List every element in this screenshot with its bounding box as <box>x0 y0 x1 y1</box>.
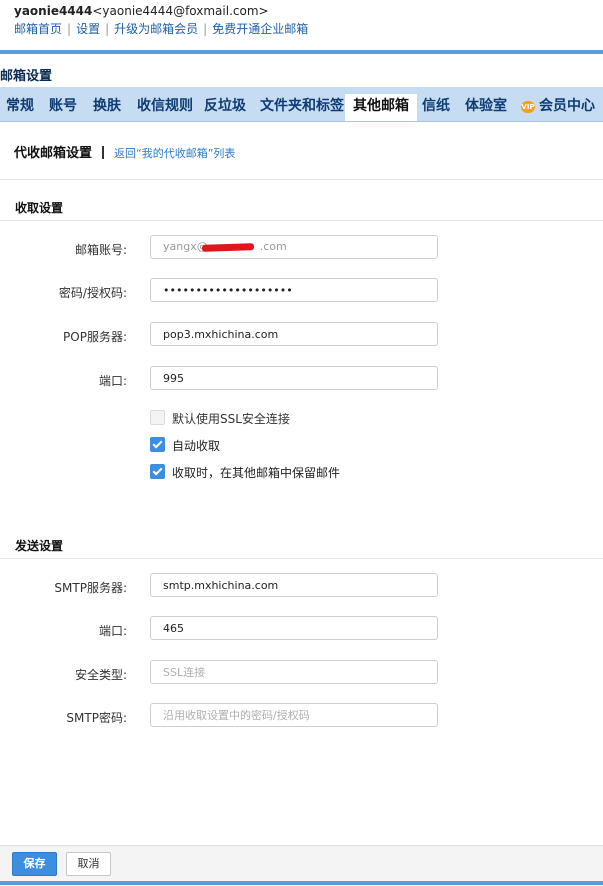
user-email: <yaonie4444@foxmail.com> <box>92 4 269 18</box>
smtp-password-field[interactable] <box>150 703 438 727</box>
send-port-field[interactable] <box>150 616 438 640</box>
link-upgrade-vip[interactable]: 升级为邮箱会员 <box>114 22 198 36</box>
top-links: 邮箱首页 | 设置 | 升级为邮箱会员 | 免费开通企业邮箱 <box>14 20 308 37</box>
security-type-field[interactable] <box>150 660 438 684</box>
tab-antispam[interactable]: 反垃圾 <box>204 94 246 118</box>
cancel-button[interactable]: 取消 <box>66 852 111 876</box>
auto-receive-checkbox-row[interactable]: 自动收取 <box>150 437 220 454</box>
tab-member-center[interactable]: VIP 会员中心 <box>521 94 595 118</box>
tab-stationery[interactable]: 信纸 <box>422 94 450 118</box>
tab-account[interactable]: 账号 <box>49 94 77 118</box>
user-identity: yaonie4444<yaonie4444@foxmail.com> <box>14 4 269 18</box>
keep-mail-checkbox-row[interactable]: 收取时，在其他邮箱中保留邮件 <box>150 464 340 481</box>
divider <box>0 179 603 180</box>
send-section-title: 发送设置 <box>15 539 64 553</box>
link-separator: | <box>67 22 72 36</box>
pop-server-field[interactable] <box>150 322 438 346</box>
settings-tab-bar: 常规 账号 换肤 收信规则 反垃圾 文件夹和标签 其他邮箱 信纸 体验室 VIP… <box>0 87 603 122</box>
top-header: yaonie4444<yaonie4444@foxmail.com> 邮箱首页 |… <box>0 0 603 50</box>
tab-general[interactable]: 常规 <box>6 94 34 118</box>
tab-other-mailbox[interactable]: 其他邮箱 <box>345 94 417 121</box>
tab-lab[interactable]: 体验室 <box>465 94 507 118</box>
account-label: 邮箱账号: <box>74 243 127 257</box>
ssl-checkbox-label: 默认使用SSL安全连接 <box>172 412 290 426</box>
ssl-checkbox-row[interactable]: 默认使用SSL安全连接 <box>150 410 290 427</box>
ssl-checkbox[interactable] <box>150 410 165 425</box>
link-separator: | <box>105 22 110 36</box>
header-rule <box>0 50 603 54</box>
receive-port-field[interactable] <box>150 366 438 390</box>
tab-skin[interactable]: 换肤 <box>93 94 121 118</box>
divider <box>0 558 603 559</box>
save-button[interactable]: 保存 <box>12 852 57 876</box>
link-separator: | <box>203 22 208 36</box>
divider <box>0 220 603 221</box>
page-title: 邮箱设置 <box>0 69 53 84</box>
back-to-list-link[interactable]: 返回“我的代收邮箱”列表 <box>114 147 235 160</box>
link-settings[interactable]: 设置 <box>76 22 100 36</box>
account-field[interactable]: yangx@ .com <box>150 235 438 259</box>
auto-receive-checkbox[interactable] <box>150 437 165 452</box>
username: yaonie4444 <box>14 4 93 18</box>
tab-mail-rules[interactable]: 收信规则 <box>137 94 193 118</box>
auto-receive-label: 自动收取 <box>172 439 221 453</box>
smtp-server-label: SMTP服务器: <box>54 581 127 595</box>
receive-section-title: 收取设置 <box>15 201 64 215</box>
pop-server-label: POP服务器: <box>63 330 127 344</box>
link-enterprise-mail[interactable]: 免费开通企业邮箱 <box>212 22 308 36</box>
password-field[interactable] <box>150 278 438 302</box>
password-label: 密码/授权码: <box>58 286 127 300</box>
account-value-suffix: .com <box>259 240 287 253</box>
smtp-server-field[interactable] <box>150 573 438 597</box>
sub-header: 代收邮箱设置 返回“我的代收邮箱”列表 <box>14 142 235 161</box>
subpage-title: 代收邮箱设置 <box>14 146 93 161</box>
security-type-label: 安全类型: <box>74 668 127 682</box>
title-divider <box>102 146 105 159</box>
keep-mail-checkbox[interactable] <box>150 464 165 479</box>
tab-folders-labels[interactable]: 文件夹和标签 <box>260 94 344 118</box>
link-mail-home[interactable]: 邮箱首页 <box>14 22 62 36</box>
receive-port-label: 端口: <box>98 374 127 388</box>
tab-member-center-label: 会员中心 <box>539 98 595 114</box>
smtp-password-label: SMTP密码: <box>66 711 127 725</box>
vip-icon: VIP <box>521 101 535 113</box>
footer-rule <box>0 881 603 885</box>
keep-mail-label: 收取时，在其他邮箱中保留邮件 <box>172 466 341 480</box>
send-port-label: 端口: <box>98 624 127 638</box>
